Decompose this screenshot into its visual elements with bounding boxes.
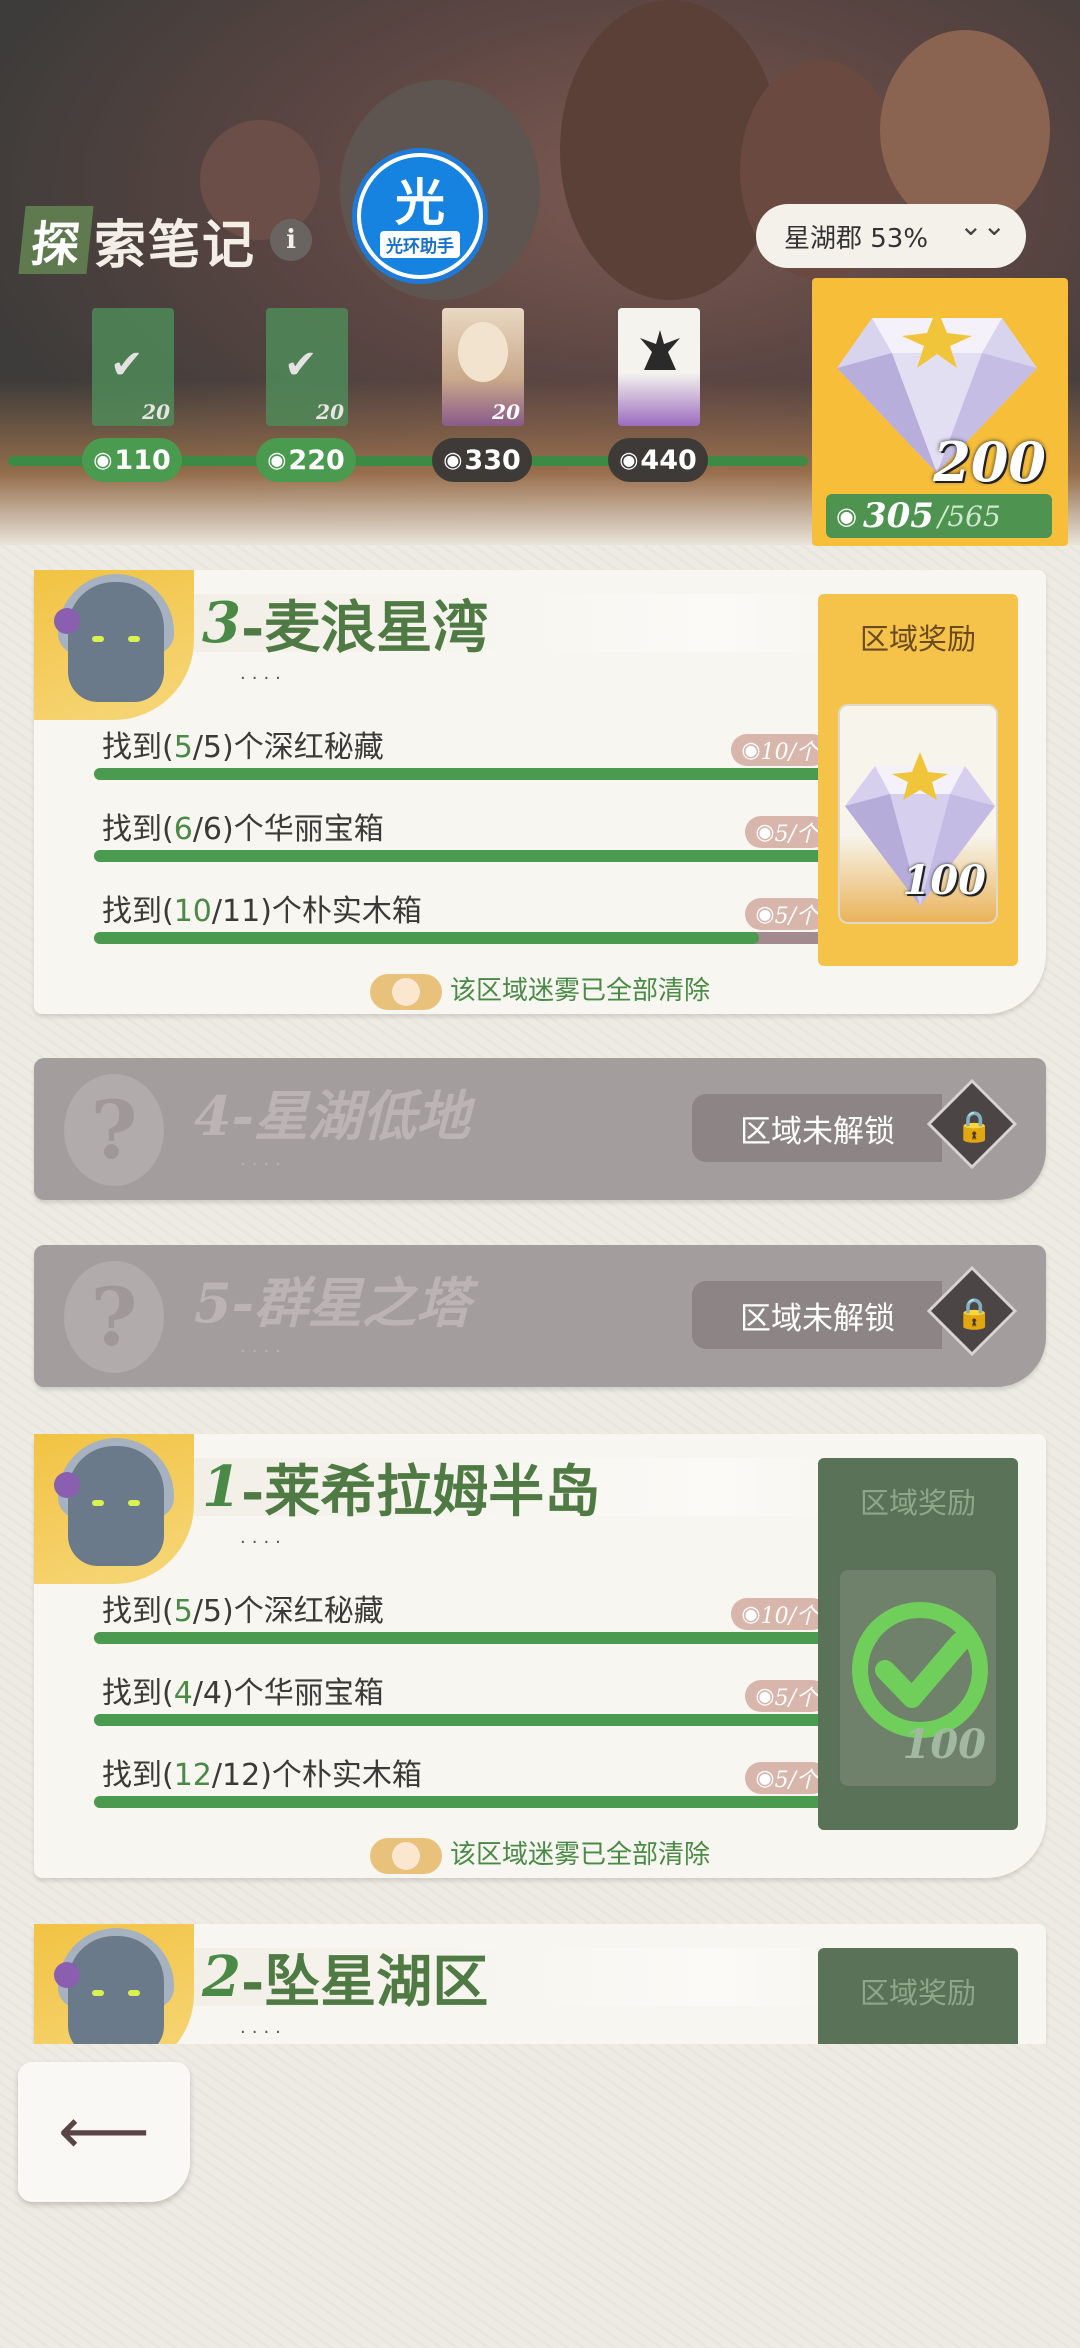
region-reward-claimed[interactable]: 区域奖励 100 xyxy=(818,1458,1018,1830)
question-icon: ? xyxy=(64,1074,164,1186)
info-icon[interactable]: i xyxy=(270,219,313,261)
task-row: 找到(10/11)个朴实木箱 ◉ 5/个 xyxy=(64,886,830,946)
progress-bar xyxy=(94,932,826,944)
question-icon: ? xyxy=(64,1261,164,1373)
reward-amount: 100 xyxy=(902,857,987,904)
mascot-icon xyxy=(369,1837,442,1874)
title-text: 索笔记 xyxy=(94,214,257,276)
region-reward[interactable]: 区域奖励 xyxy=(818,1948,1018,2044)
reward-badge: ◉ 5/个 xyxy=(745,1762,828,1794)
stopwatch-icon: ◉ xyxy=(93,447,113,473)
stopwatch-icon: ◉ xyxy=(836,502,857,530)
locked-status: 区域未解锁 xyxy=(692,1281,942,1349)
reward-badge: ◉ 5/个 xyxy=(745,1680,828,1712)
milestone-count: 20 xyxy=(492,400,520,424)
task-row: 找到(4/4)个华丽宝箱 ◉ 5/个 xyxy=(64,1668,830,1728)
title-dots: ···· xyxy=(240,1341,287,1362)
page-title: 探 索笔记 i xyxy=(18,205,313,276)
milestone-3[interactable]: 20 xyxy=(442,308,524,426)
total-reward-amount: 200 xyxy=(933,430,1046,494)
check-icon: ✔ xyxy=(110,342,144,388)
title-dots: ···· xyxy=(240,2022,287,2043)
avatar xyxy=(34,1924,194,2044)
region-title: 2 -坠星湖区 xyxy=(202,1944,489,2015)
locked-title: 4-星湖低地 xyxy=(194,1084,470,1148)
stopwatch-icon: ◉ xyxy=(741,1601,761,1627)
task-row: 找到(12/12)个朴实木箱 ◉ 5/个 xyxy=(64,1750,830,1810)
region-card-2[interactable]: 2 -坠星湖区 ···· 区域奖励 xyxy=(34,1924,1046,2044)
stopwatch-icon: ◉ xyxy=(755,819,775,845)
region-title: 3 -麦浪星湾 xyxy=(202,590,489,661)
stopwatch-icon: ◉ xyxy=(741,737,761,763)
title-dots: ···· xyxy=(240,1532,287,1553)
stopwatch-icon: ◉ xyxy=(755,901,775,927)
progress-total: /565 xyxy=(937,499,1001,533)
reward-title: 区域奖励 xyxy=(859,622,976,656)
task-row: 找到(6/6)个华丽宝箱 ◉ 5/个 xyxy=(64,804,830,864)
region-card-1[interactable]: 1 -莱希拉姆半岛 ···· 找到(5/5)个深红秘藏 ◉ 10/个 找到(4/4)… xyxy=(34,1434,1046,1878)
logo-text: 光环助手 xyxy=(380,230,460,258)
app-logo[interactable]: 光 光环助手 xyxy=(352,148,488,284)
milestone-count: 20 xyxy=(316,400,344,424)
clear-status: 该区域迷雾已全部清除 xyxy=(34,1834,1046,1874)
task-row: 找到(5/5)个深红秘藏 ◉ 10/个 xyxy=(64,722,830,782)
stopwatch-icon: ◉ xyxy=(619,447,639,473)
milestone-pill-3: ◉ 330 xyxy=(432,438,532,482)
total-reward[interactable]: 200 ◉ 305 /565 xyxy=(812,278,1068,546)
locked-title: 5-群星之塔 xyxy=(194,1271,470,1335)
title-first-char: 探 xyxy=(18,206,94,274)
title-dots: ···· xyxy=(240,1154,287,1175)
reward-badge: ◉ 10/个 xyxy=(731,734,828,766)
progress-bar xyxy=(94,768,826,780)
total-progress: ◉ 305 /565 xyxy=(826,494,1052,538)
reward-amount: 100 xyxy=(902,1721,987,1768)
reward-badge: ◉ 5/个 xyxy=(745,898,828,930)
milestone-1[interactable]: ✔ 20 xyxy=(92,308,174,426)
locked-region-5[interactable]: ? 5-群星之塔 ···· 区域未解锁 🔒 xyxy=(34,1245,1046,1387)
reward-badge: ◉ 10/个 xyxy=(731,1598,828,1630)
clear-status: 该区域迷雾已全部清除 xyxy=(34,970,1046,1010)
stopwatch-icon: ◉ xyxy=(755,1683,775,1709)
stopwatch-icon: ◉ xyxy=(755,1765,775,1791)
region-label: 星湖郡 53% xyxy=(784,223,929,254)
avatar xyxy=(34,570,194,720)
title-dots: ···· xyxy=(240,668,287,689)
region-title: 1 -莱希拉姆半岛 xyxy=(202,1454,601,1525)
stopwatch-icon: ◉ xyxy=(267,447,287,473)
progress-bar xyxy=(94,850,826,862)
region-dropdown[interactable]: 星湖郡 53% ⌄⌄ xyxy=(756,204,1026,268)
milestone-2[interactable]: ✔ 20 xyxy=(266,308,348,426)
region-card-3[interactable]: 3 -麦浪星湾 ···· 找到(5/5)个深红秘藏 ◉ 10/个 找到(6/6)个华… xyxy=(34,570,1046,1014)
milestone-count: 20 xyxy=(142,400,170,424)
milestone-pill-1: ◉ 110 xyxy=(82,438,182,482)
locked-status: 区域未解锁 xyxy=(692,1094,942,1162)
milestone-pill-4: ◉ 440 xyxy=(608,438,708,482)
progress-bar xyxy=(94,1632,826,1644)
firework-icon xyxy=(640,330,680,370)
bear-icon xyxy=(458,322,508,382)
reward-title: 区域奖励 xyxy=(859,1486,976,1520)
avatar xyxy=(34,1434,194,1584)
reward-title: 区域奖励 xyxy=(859,1976,976,2010)
progress-bar xyxy=(94,1714,826,1726)
chevron-down-icon: ⌄⌄ xyxy=(959,209,1006,242)
progress-bar xyxy=(94,1796,826,1808)
region-card-2-viewport: 2 -坠星湖区 ···· 区域奖励 xyxy=(0,1920,1080,2044)
milestone-pill-2: ◉ 220 xyxy=(256,438,356,482)
back-button[interactable]: ⟵ xyxy=(18,2062,190,2202)
locked-region-4[interactable]: ? 4-星湖低地 ···· 区域未解锁 🔒 xyxy=(34,1058,1046,1200)
back-arrow-icon: ⟵ xyxy=(58,2095,150,2169)
milestone-4[interactable] xyxy=(618,308,700,426)
stopwatch-icon: ◉ xyxy=(443,447,463,473)
logo-char: 光 xyxy=(395,173,445,232)
progress-current: 305 xyxy=(862,496,934,536)
check-icon: ✔ xyxy=(284,342,318,388)
mascot-icon xyxy=(369,973,442,1010)
region-reward[interactable]: 区域奖励 100 xyxy=(818,594,1018,966)
reward-badge: ◉ 5/个 xyxy=(745,816,828,848)
task-row: 找到(5/5)个深红秘藏 ◉ 10/个 xyxy=(64,1586,830,1646)
